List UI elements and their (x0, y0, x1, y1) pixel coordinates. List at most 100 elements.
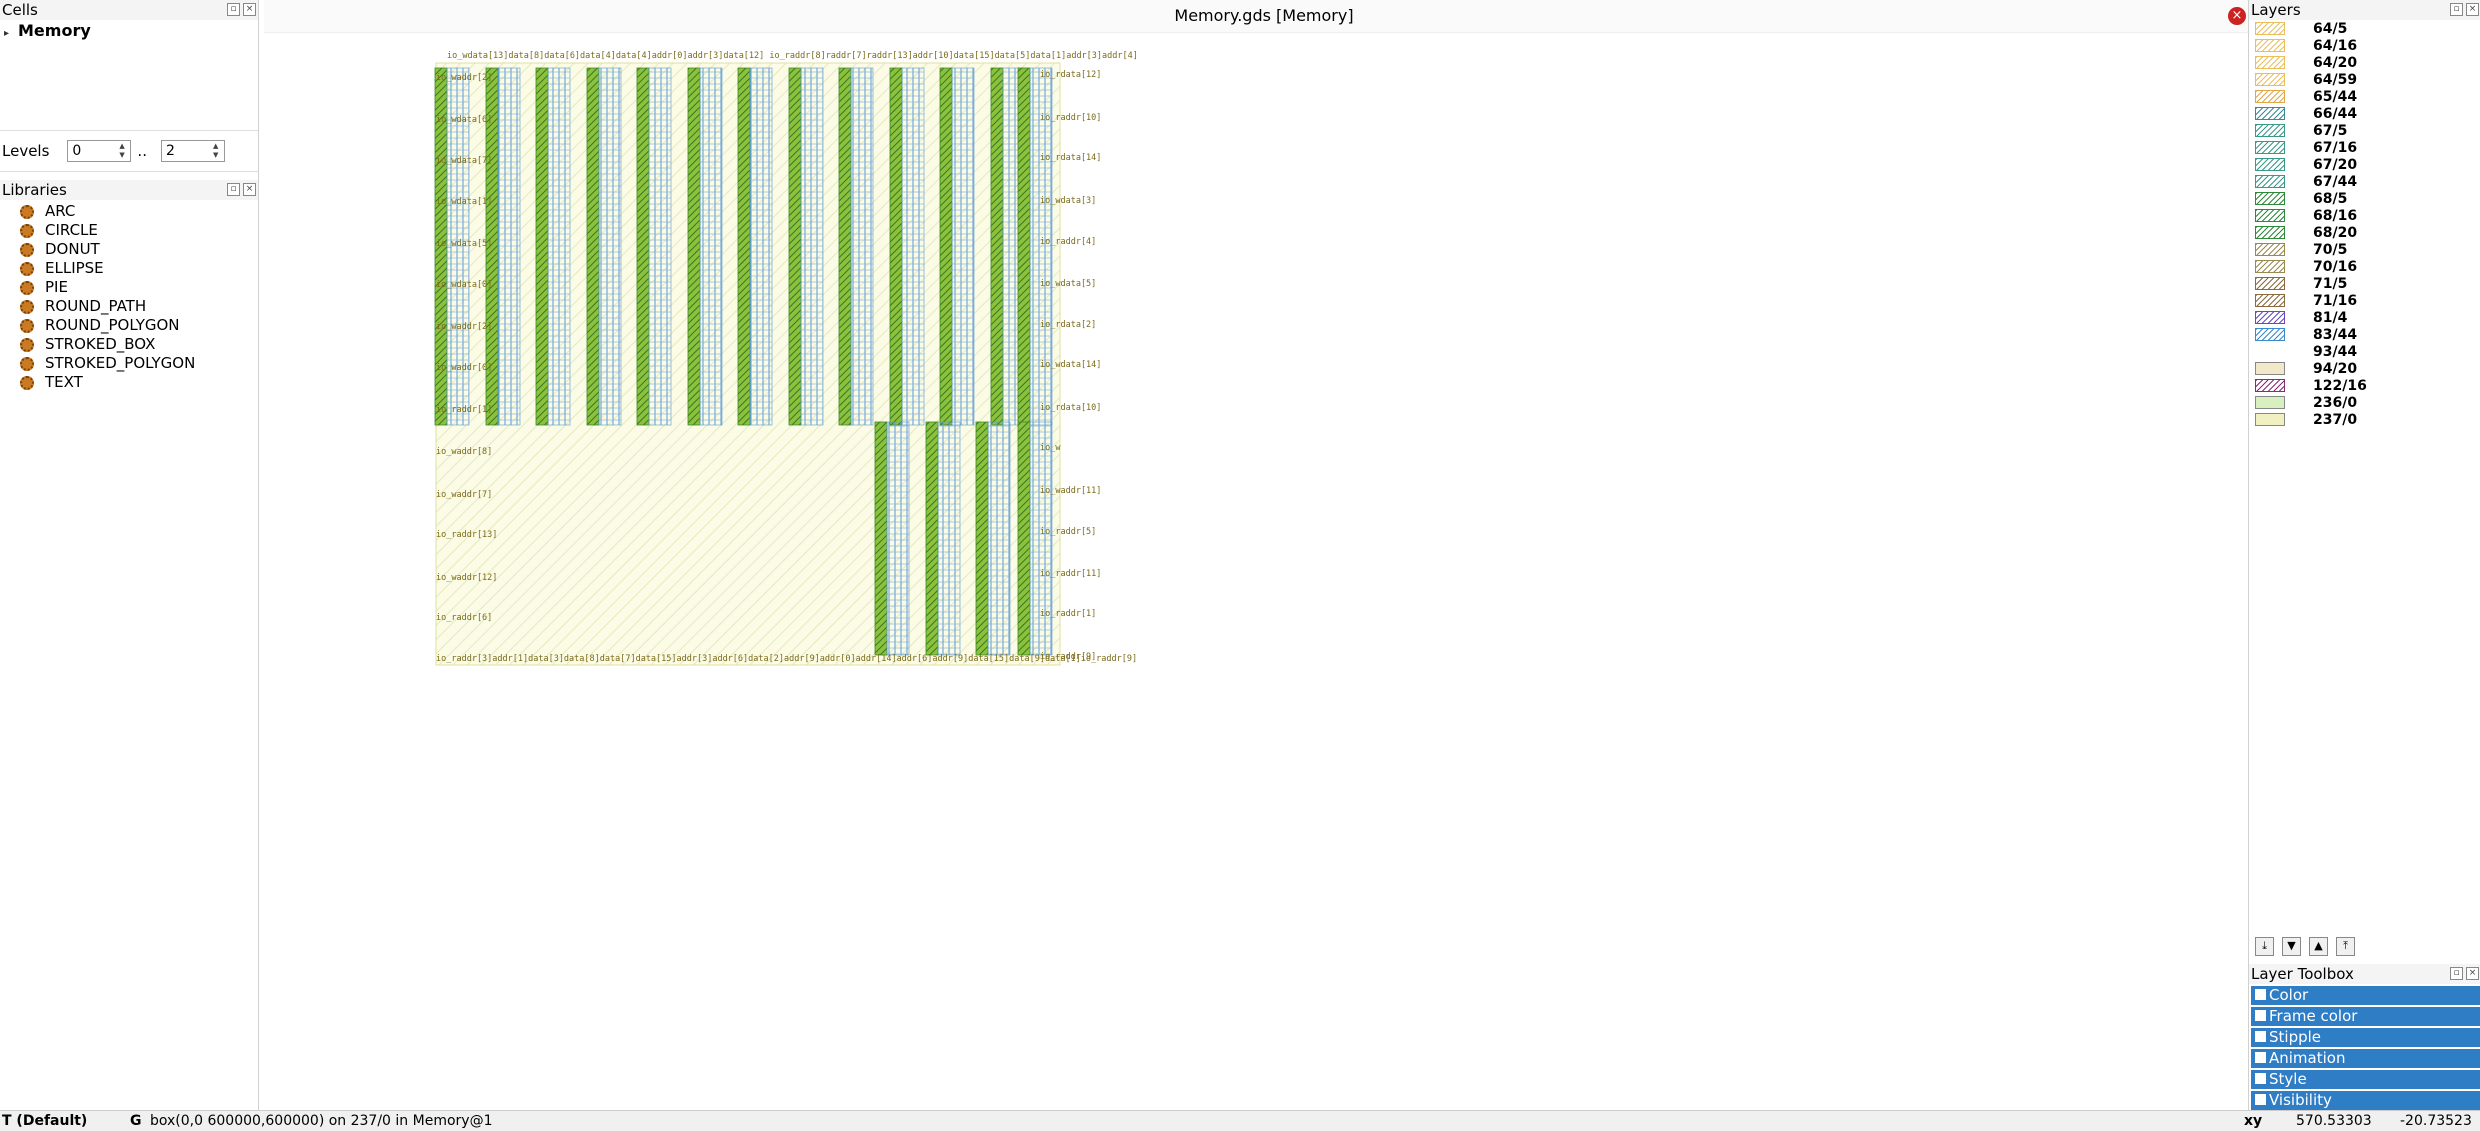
layer-row[interactable]: 66/44 (2249, 105, 2480, 122)
layer-row[interactable]: 70/5 (2249, 241, 2480, 258)
top-column-11-blue-pins (951, 67, 975, 426)
layer-swatch-icon (2255, 56, 2285, 69)
left-pin-label: io_raddr[13] (436, 530, 497, 540)
coord-y: -20.73523 (2400, 1113, 2472, 1129)
move-top-icon[interactable]: ⤒ (2336, 937, 2355, 956)
layer-row[interactable]: 68/5 (2249, 190, 2480, 207)
left-dock: Cells ▫ × ▸ Memory Levels 0 ▲ ▼ .. 2 ▲ ▼ Lib… (0, 0, 259, 1110)
move-up-icon[interactable]: ▲ (2309, 937, 2328, 956)
library-label: ELLIPSE (45, 259, 104, 277)
library-label: STROKED_BOX (45, 335, 156, 353)
layer-swatch-icon (2255, 175, 2285, 188)
layer-swatch-icon (2255, 226, 2285, 239)
toolbox-row[interactable]: Color (2251, 986, 2480, 1005)
library-item[interactable]: ARC (0, 202, 258, 221)
layout-canvas[interactable]: io_wdata[13]data[8]data[6]data[4]data[4]… (264, 33, 2248, 1110)
move-down-icon[interactable]: ▼ (2282, 937, 2301, 956)
layer-row[interactable]: 68/16 (2249, 207, 2480, 224)
close-icon[interactable]: × (243, 183, 256, 196)
layer-row[interactable]: 64/20 (2249, 54, 2480, 71)
toolbox-row[interactable]: Frame color (2251, 1007, 2480, 1026)
layer-row[interactable]: 93/44 (2249, 343, 2480, 360)
layer-row[interactable]: 237/0 (2249, 411, 2480, 428)
layer-row[interactable]: 64/5 (2249, 20, 2480, 37)
library-item[interactable]: DONUT (0, 240, 258, 259)
library-item[interactable]: ELLIPSE (0, 259, 258, 278)
close-icon[interactable]: × (243, 3, 256, 16)
right-pin-label: io_rdata[2] (1040, 320, 1096, 330)
layer-row[interactable]: 71/16 (2249, 292, 2480, 309)
layer-row[interactable]: 122/16 (2249, 377, 2480, 394)
layer-name: 64/20 (2313, 54, 2358, 71)
layer-row[interactable]: 83/44 (2249, 326, 2480, 343)
float-icon[interactable]: ▫ (2450, 3, 2463, 16)
library-item[interactable]: TEXT (0, 373, 258, 392)
levels-from-spinbox[interactable]: 0 ▲ ▼ (67, 140, 132, 162)
float-icon[interactable]: ▫ (2450, 967, 2463, 980)
levels-to-spinbox[interactable]: 2 ▲ ▼ (160, 140, 225, 162)
layer-toolbox-title: Layer Toolbox ▫ × (2249, 964, 2480, 984)
close-view-icon[interactable]: × (2228, 7, 2246, 25)
top-column-5-green-rail (636, 67, 650, 426)
library-item[interactable]: STROKED_POLYGON (0, 354, 258, 373)
library-item[interactable]: ROUND_POLYGON (0, 316, 258, 335)
layout-view[interactable]: Memory.gds [Memory] × io_wdata[13]data[8… (264, 0, 2264, 1110)
layers-title: Layers (2251, 1, 2301, 19)
layer-row[interactable]: 81/4 (2249, 309, 2480, 326)
layer-swatch-icon (2255, 192, 2285, 205)
layer-name: 66/44 (2313, 105, 2358, 122)
top-column-8-green-rail (788, 67, 802, 426)
layer-row[interactable]: 67/16 (2249, 139, 2480, 156)
right-pin-label: io_wdata[5] (1040, 279, 1096, 289)
layer-swatch-icon (2255, 22, 2285, 35)
cell-item-memory[interactable]: ▸ Memory (4, 20, 254, 42)
toolbox-row[interactable]: Stipple (2251, 1028, 2480, 1047)
toolbox-row[interactable]: Animation (2251, 1049, 2480, 1068)
right-dock: Layers ▫ × 64/5 64/16 64/20 64/59 65/44 66/44 6… (2248, 0, 2480, 1110)
levels-from-value: 0 (72, 143, 82, 159)
right-pin-label: io_rdata[14] (1040, 153, 1101, 163)
layer-row[interactable]: 64/16 (2249, 37, 2480, 54)
toolbox-row[interactable]: Style (2251, 1070, 2480, 1089)
layer-row[interactable]: 71/5 (2249, 275, 2480, 292)
move-bottom-icon[interactable]: ⤓ (2255, 937, 2274, 956)
top-column-6-green-rail (687, 67, 701, 426)
layer-row[interactable]: 67/5 (2249, 122, 2480, 139)
library-gear-icon (20, 223, 34, 238)
layer-swatch-icon (2255, 90, 2285, 103)
library-item[interactable]: CIRCLE (0, 221, 258, 240)
spin-arrows-icon[interactable]: ▲ ▼ (119, 142, 129, 160)
right-pin-label: io_raddr[5] (1040, 527, 1096, 537)
layer-row[interactable]: 67/20 (2249, 156, 2480, 173)
layer-row[interactable]: 67/44 (2249, 173, 2480, 190)
library-label: ARC (45, 202, 76, 220)
library-item[interactable]: PIE (0, 278, 258, 297)
library-item[interactable]: ROUND_PATH (0, 297, 258, 316)
toolbox-row[interactable]: Visibility (2251, 1091, 2480, 1110)
bottom-pin-labels: io_raddr[3]addr[1]data[3]data[8]data[7]d… (436, 654, 1137, 664)
layer-row[interactable]: 65/44 (2249, 88, 2480, 105)
top-column-11-green-rail (939, 67, 953, 426)
library-label: STROKED_POLYGON (45, 354, 196, 372)
top-pin-labels: io_wdata[13]data[8]data[6]data[4]data[4]… (447, 51, 1138, 61)
library-item[interactable]: STROKED_BOX (0, 335, 258, 354)
expand-arrow-icon[interactable]: ▸ (4, 23, 18, 45)
close-icon[interactable]: × (2466, 967, 2479, 980)
libraries-panel-title: Libraries ▫ × (0, 180, 258, 200)
layer-name: 64/5 (2313, 20, 2348, 37)
layer-row[interactable]: 70/16 (2249, 258, 2480, 275)
left-pin-label: io_wdata[0] (436, 280, 492, 290)
layer-row[interactable]: 68/20 (2249, 224, 2480, 241)
top-column-13-green-rail (1017, 67, 1031, 426)
status-message: box(0,0 600000,600000) on 237/0 in Memor… (150, 1113, 493, 1129)
float-icon[interactable]: ▫ (227, 183, 240, 196)
float-icon[interactable]: ▫ (227, 3, 240, 16)
spin-arrows-icon[interactable]: ▲ ▼ (213, 142, 223, 160)
layer-row[interactable]: 64/59 (2249, 71, 2480, 88)
layer-row[interactable]: 94/20 (2249, 360, 2480, 377)
left-pin-label: io_raddr[1] (436, 405, 492, 415)
library-gear-icon (20, 356, 34, 371)
close-icon[interactable]: × (2466, 3, 2479, 16)
layer-nav: ⤓ ▼ ▲ ⤒ (2255, 937, 2355, 956)
layer-row[interactable]: 236/0 (2249, 394, 2480, 411)
